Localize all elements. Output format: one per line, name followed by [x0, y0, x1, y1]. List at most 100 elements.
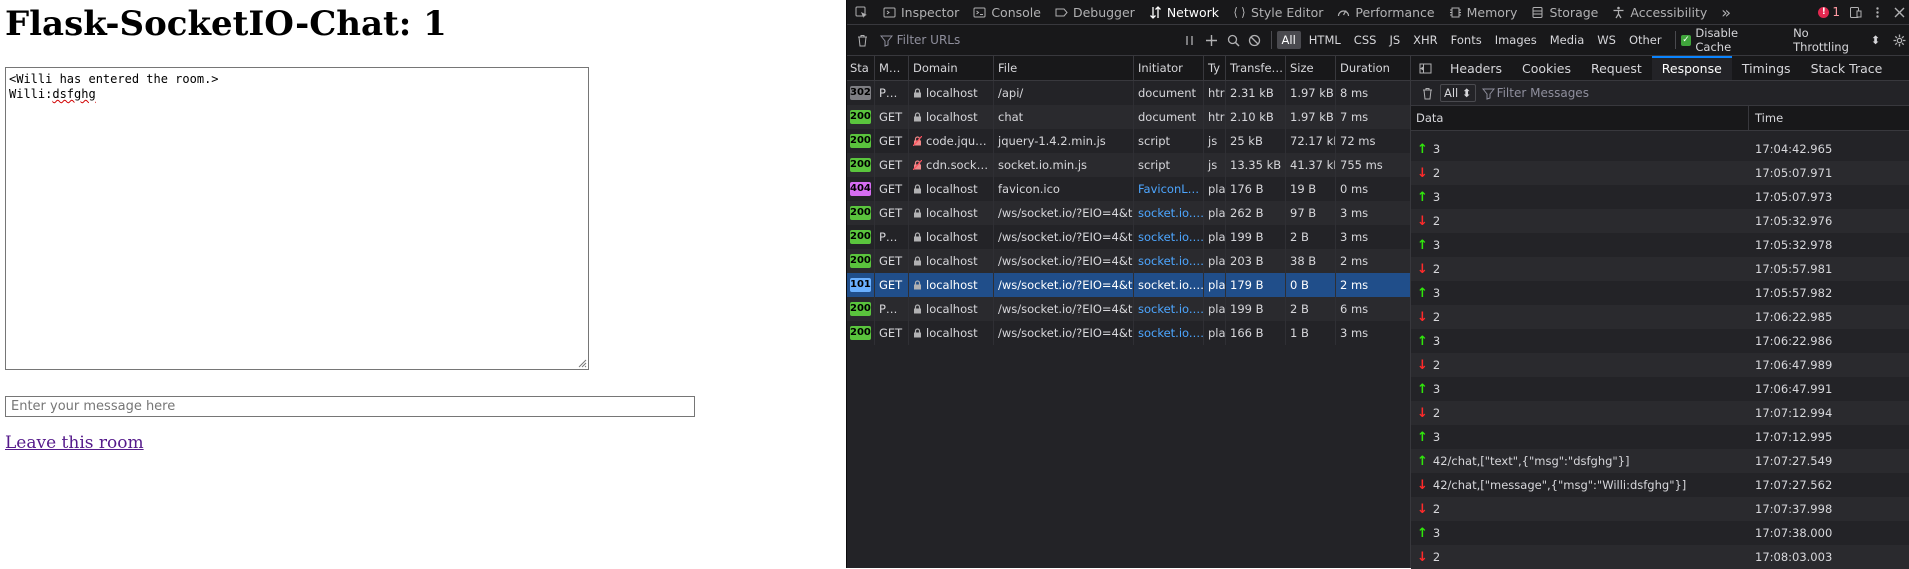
request-row[interactable]: 200 GET localhost/ws/socket.io/?EIO=4&tran…	[847, 321, 1410, 345]
initiator-cell[interactable]: socket.io.…	[1134, 225, 1204, 249]
initiator-cell[interactable]: FaviconL…	[1134, 177, 1204, 201]
status-badge: 200	[850, 206, 871, 220]
close-icon[interactable]	[1893, 6, 1906, 19]
column-header-data[interactable]: Data	[1411, 106, 1749, 130]
message-row[interactable]: ↑ 3 17:05:32.978	[1411, 233, 1909, 257]
tab-console[interactable]: Console	[966, 0, 1048, 24]
initiator-cell[interactable]: socket.io.…	[1134, 249, 1204, 273]
transferred-cell: 166 B	[1226, 321, 1286, 345]
message-row[interactable]: ↓ 2 17:07:37.998	[1411, 497, 1909, 521]
tab-request[interactable]: Request	[1581, 56, 1652, 80]
type-filter-xhr[interactable]: XHR	[1408, 31, 1443, 49]
request-row[interactable]: 200 GET localhost chat document htr 2.10 kB 1.9…	[847, 105, 1410, 129]
message-row[interactable]: ↑ 3 17:07:38.000	[1411, 521, 1909, 545]
more-tabs-button[interactable]: »	[1714, 0, 1738, 24]
request-row[interactable]: 101 GET localhost/ws/socket.io/?EIO=4&tran…	[847, 273, 1410, 297]
type-filter-js[interactable]: JS	[1384, 31, 1405, 49]
request-row[interactable]: 302 P… localhost/api/document htr 2.31 kB 1.9…	[847, 81, 1410, 105]
toggle-sidebar-button[interactable]	[1411, 56, 1440, 80]
responsive-design-icon[interactable]	[1849, 6, 1862, 19]
error-count-badge[interactable]: ! 1	[1818, 5, 1840, 19]
column-header-transferred[interactable]: Transfe…	[1226, 56, 1286, 80]
request-row[interactable]: 200 GET localhost/ws/socket.io/?EIO=4&tran…	[847, 201, 1410, 225]
tab-network[interactable]: Network	[1142, 0, 1226, 24]
message-row[interactable]: ↓ 2 17:08:03.003	[1411, 545, 1909, 569]
message-row[interactable]: ↓ 2 17:05:32.976	[1411, 209, 1909, 233]
message-row[interactable]: ↓ 42/chat,["message",{"msg":"Willi:dsfghg…	[1411, 473, 1909, 497]
tab-accessibility[interactable]: Accessibility	[1605, 0, 1714, 24]
request-row[interactable]: 200 GET code.jqu… jquery-1.4.2.min.js script…	[847, 129, 1410, 153]
message-row[interactable]: ↓ 2 17:07:12.994	[1411, 401, 1909, 425]
leave-room-link[interactable]: Leave this room	[5, 433, 144, 453]
column-header-time[interactable]: Time	[1749, 111, 1783, 125]
tab-style-editor[interactable]: Style Editor	[1226, 0, 1330, 24]
column-header-method[interactable]: M…	[875, 56, 909, 80]
message-row[interactable]: ↓ 2 17:06:47.989	[1411, 353, 1909, 377]
type-filter-media[interactable]: Media	[1545, 31, 1590, 49]
request-row[interactable]: 404 GET localhost favicon.ico FaviconL… pla 17…	[847, 177, 1410, 201]
tab-storage[interactable]: Storage	[1524, 0, 1605, 24]
request-row[interactable]: 200 GET localhost/ws/socket.io/?EIO=4&tran…	[847, 249, 1410, 273]
method-cell: GET	[875, 273, 909, 297]
type-filter-html[interactable]: HTML	[1304, 31, 1346, 49]
type-filter-images[interactable]: Images	[1490, 31, 1542, 49]
filter-urls-input[interactable]	[892, 28, 1179, 52]
message-row[interactable]: ↑ 3 17:04:42.965	[1411, 137, 1909, 161]
resize-grip-icon[interactable]	[577, 358, 587, 368]
type-filter-css[interactable]: CSS	[1349, 31, 1382, 49]
tab-debugger[interactable]: Debugger	[1048, 0, 1142, 24]
column-header-type[interactable]: Ty	[1204, 56, 1226, 80]
message-row[interactable]: ↑ 42/chat,["text",{"msg":"dsfghg"}] 17:07:…	[1411, 449, 1909, 473]
request-row[interactable]: 200 P… localhost/ws/socket.io/?EIO=4&trans…	[847, 225, 1410, 249]
type-filter-other[interactable]: Other	[1624, 31, 1667, 49]
tab-response[interactable]: Response	[1651, 56, 1732, 80]
more-options-icon[interactable]	[1871, 6, 1884, 19]
filter-messages-input[interactable]	[1494, 85, 1699, 101]
initiator-cell[interactable]: socket.io.…	[1134, 201, 1204, 225]
request-row[interactable]: 200 P… localhost/ws/socket.io/?EIO=4&trans…	[847, 297, 1410, 321]
message-input[interactable]	[5, 396, 695, 417]
element-picker-button[interactable]	[847, 0, 876, 24]
initiator-cell[interactable]: socket.io.…	[1134, 297, 1204, 321]
tab-inspector[interactable]: Inspector	[876, 0, 966, 24]
column-header-domain[interactable]: Domain	[909, 56, 994, 80]
request-row[interactable]: 200 GET cdn.sock… socket.io.min.js script js 1…	[847, 153, 1410, 177]
message-row[interactable]: ↑ 3 17:05:57.982	[1411, 281, 1909, 305]
message-row[interactable]: ↓ 2 17:05:07.971	[1411, 161, 1909, 185]
column-header-file[interactable]: File	[994, 56, 1134, 80]
message-row[interactable]: ↑ 3 17:06:22.986	[1411, 329, 1909, 353]
message-row[interactable]: ↑ 3 17:07:12.995	[1411, 425, 1909, 449]
initiator-cell[interactable]: socket.io.…	[1134, 321, 1204, 345]
block-button[interactable]	[1244, 29, 1266, 51]
add-button[interactable]	[1201, 29, 1223, 51]
message-row[interactable]: ↓ 2 17:05:57.981	[1411, 257, 1909, 281]
column-header-status[interactable]: Sta	[847, 56, 875, 80]
tab-stack-trace[interactable]: Stack Trace	[1801, 56, 1893, 80]
disable-cache-checkbox[interactable]: ✓ Disable Cache	[1680, 26, 1776, 54]
type-filter-all[interactable]: All	[1276, 31, 1301, 49]
type-cell: pla	[1204, 201, 1226, 225]
column-header-initiator[interactable]: Initiator	[1134, 56, 1204, 80]
tab-memory[interactable]: Memory	[1442, 0, 1525, 24]
column-header-duration[interactable]: Duration	[1336, 56, 1410, 80]
tab-timings[interactable]: Timings	[1732, 56, 1801, 80]
pause-button[interactable]	[1179, 29, 1201, 51]
tab-headers[interactable]: Headers	[1440, 56, 1512, 80]
tab-cookies[interactable]: Cookies	[1512, 56, 1581, 80]
network-settings-button[interactable]	[1888, 29, 1909, 51]
message-row[interactable]: ↑ 3 17:06:47.991	[1411, 377, 1909, 401]
tab-performance[interactable]: Performance	[1330, 0, 1441, 24]
type-filter-fonts[interactable]: Fonts	[1446, 31, 1487, 49]
chat-log-textarea[interactable]: <Willi has entered the room.> Willi:dsfg…	[5, 67, 589, 370]
message-type-select[interactable]: All ⬍	[1440, 84, 1476, 102]
type-filter-ws[interactable]: WS	[1592, 31, 1621, 49]
status-badge: 200	[850, 254, 871, 268]
message-row[interactable]: ↑ 3 17:05:07.973	[1411, 185, 1909, 209]
initiator-cell[interactable]: socket.io.…	[1134, 273, 1204, 297]
clear-messages-button[interactable]	[1416, 82, 1438, 104]
message-row[interactable]: ↓ 2 17:06:22.985	[1411, 305, 1909, 329]
search-button[interactable]	[1222, 29, 1244, 51]
clear-button[interactable]	[852, 29, 874, 51]
throttling-select[interactable]: No Throttling ⬍	[1793, 26, 1880, 54]
column-header-size[interactable]: Size	[1286, 56, 1336, 80]
